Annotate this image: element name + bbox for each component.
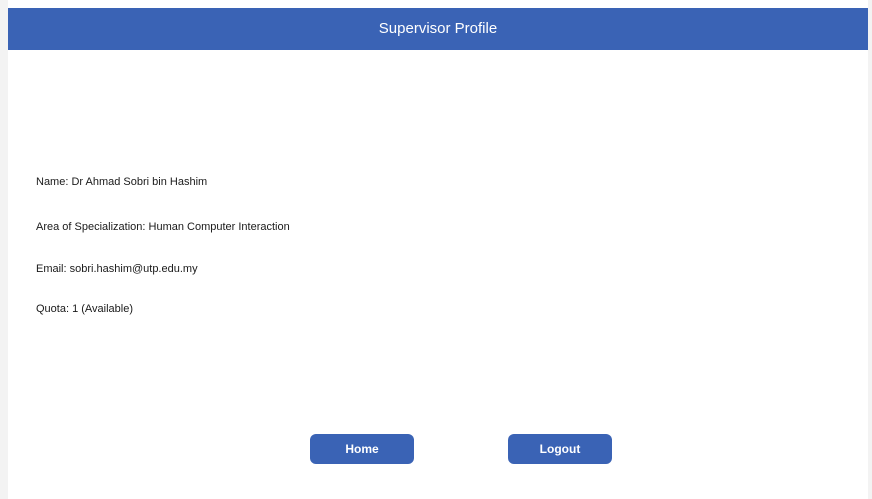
left-border xyxy=(0,0,8,499)
supervisor-name: Name: Dr Ahmad Sobri bin Hashim xyxy=(36,176,208,188)
area-of-specialization: Area of Specialization: Human Computer I… xyxy=(36,221,290,233)
right-border xyxy=(868,0,872,499)
header-bar: Supervisor Profile xyxy=(8,8,868,50)
page-title: Supervisor Profile xyxy=(378,20,498,37)
supervisor-email: Email: sobri.hashim@utp.edu.my xyxy=(36,263,198,275)
supervisor-quota: Quota: 1 (Available) xyxy=(36,303,134,315)
supervisor-profile-page: Supervisor Profile Name: Dr Ahmad Sobri … xyxy=(0,0,872,499)
home-button[interactable]: Home xyxy=(310,434,414,464)
logout-button[interactable]: Logout xyxy=(508,434,612,464)
